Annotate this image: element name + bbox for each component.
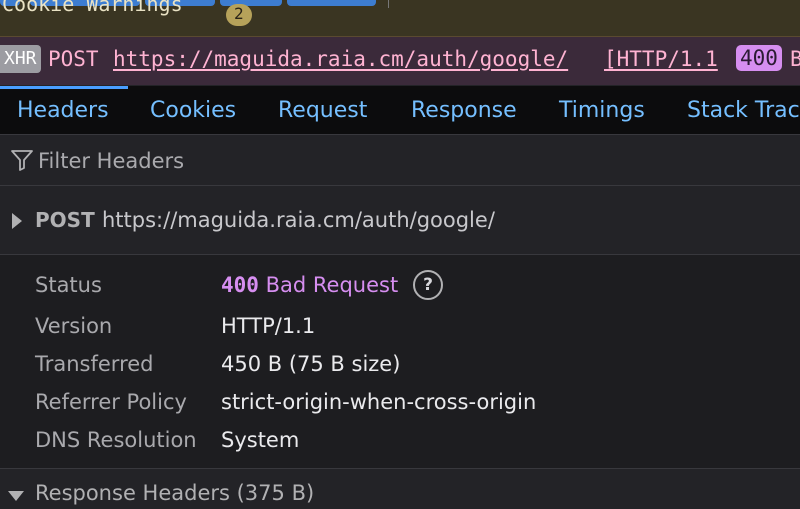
request-method: POST [48, 47, 99, 71]
selected-request-row[interactable]: XHR POST https://maguida.raia.cm/auth/go… [0, 37, 800, 85]
transferred-value: 450 B (75 B size) [221, 352, 401, 376]
request-status-badge: 400 [736, 45, 782, 71]
summary-method: POST [35, 208, 95, 232]
transferred-label: Transferred [35, 352, 154, 376]
response-headers-label: Response Headers (375 B) [35, 481, 315, 505]
referrer-policy-row: Referrer Policy strict-origin-when-cross… [0, 384, 800, 420]
tab-cookies[interactable]: Cookies [150, 86, 236, 134]
transferred-row: Transferred 450 B (75 B size) [0, 346, 800, 382]
version-label: Version [35, 314, 113, 338]
version-value: HTTP/1.1 [221, 314, 316, 338]
request-protocol: [HTTP/1.1 [604, 47, 718, 71]
request-url-link[interactable]: https://maguida.raia.cm/auth/google/ [113, 45, 568, 73]
tab-request[interactable]: Request [278, 86, 367, 134]
request-details: Status 400 Bad Request ? Version HTTP/1.… [0, 255, 800, 469]
tab-stack-trace[interactable]: Stack Trace [687, 86, 800, 134]
status-label: Status [35, 273, 102, 297]
dns-resolution-value: System [221, 428, 300, 452]
cookie-warnings-text: Cookie Warnings [2, 0, 183, 16]
referrer-policy-label: Referrer Policy [35, 390, 187, 414]
request-trail-text: B [790, 47, 800, 71]
status-code: 400 [221, 273, 259, 297]
xhr-badge: XHR [0, 45, 41, 73]
tab-timings[interactable]: Timings [559, 86, 645, 134]
cookie-warnings-row[interactable]: Cookie Warnings 2 [0, 0, 800, 37]
filter-headers-input[interactable] [36, 143, 780, 179]
status-value: 400 Bad Request [221, 267, 398, 303]
filter-bar [0, 135, 800, 186]
warning-count-badge: 2 [226, 4, 252, 26]
version-row: Version HTTP/1.1 [0, 308, 800, 344]
details-tabs: Headers Cookies Request Response Timings… [0, 86, 800, 135]
status-row: Status 400 Bad Request ? [0, 267, 800, 303]
toolbar-divider [388, 0, 389, 8]
tab-response[interactable]: Response [411, 86, 517, 134]
help-icon[interactable]: ? [413, 270, 443, 300]
request-summary-row[interactable]: POST https://maguida.raia.cm/auth/google… [0, 186, 800, 255]
status-text: Bad Request [265, 273, 399, 297]
referrer-policy-value: strict-origin-when-cross-origin [221, 390, 537, 414]
expand-triangle-icon[interactable] [12, 213, 22, 229]
filter-icon [11, 150, 33, 171]
response-headers-section[interactable]: Response Headers (375 B) [0, 469, 800, 509]
dns-resolution-row: DNS Resolution System [0, 422, 800, 458]
summary-url: https://maguida.raia.cm/auth/google/ [102, 208, 495, 232]
dns-resolution-label: DNS Resolution [35, 428, 197, 452]
tab-headers[interactable]: Headers [17, 86, 109, 134]
